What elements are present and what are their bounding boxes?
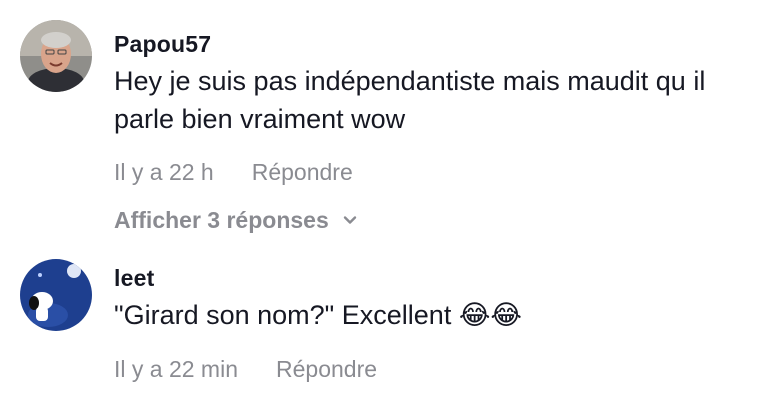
comment-text: Hey je suis pas indépendantiste mais mau… (114, 66, 706, 134)
comment-meta: Il y a 22 h Répondre (114, 158, 772, 186)
comment-timestamp: Il y a 22 h (114, 159, 214, 185)
chevron-down-icon (343, 216, 356, 224)
avatar[interactable] (20, 20, 92, 92)
comment-text-body: "Girard son nom?" Excellent (114, 300, 452, 330)
comment-timestamp: Il y a 22 min (114, 356, 238, 382)
comment-username[interactable]: Papou57 (114, 30, 772, 58)
view-replies-label: Afficher 3 réponses (114, 207, 329, 233)
user-photo-icon (20, 20, 92, 92)
snoopy-moon-avatar-icon (20, 259, 92, 331)
view-replies-button[interactable]: Afficher 3 réponses (114, 206, 772, 234)
avatar[interactable] (20, 259, 92, 331)
comment-text: "Girard son nom?" Excellent 😂😂 (114, 296, 772, 335)
reply-button[interactable]: Répondre (252, 158, 353, 186)
comment-meta: Il y a 22 min Répondre (114, 355, 772, 383)
comment-username[interactable]: leet (114, 264, 772, 292)
laughing-emoji: 😂😂 (458, 300, 522, 331)
reply-button[interactable]: Répondre (276, 355, 377, 383)
